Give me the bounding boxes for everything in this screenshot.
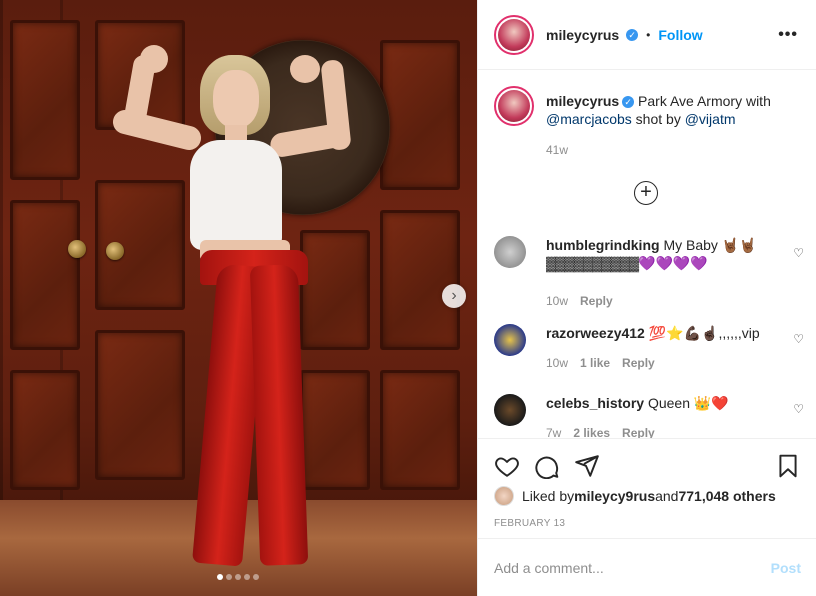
- liked-by-prefix: Liked by: [522, 488, 575, 504]
- bookmark-icon[interactable]: [775, 453, 801, 479]
- comment-text: 💯⭐💪🏿☝🏿,,,,,,vip: [648, 325, 760, 341]
- door-panel: [380, 370, 460, 490]
- verified-badge-icon: ✓: [622, 96, 635, 109]
- like-comment-heart-icon[interactable]: ♡: [793, 332, 804, 346]
- comment-age[interactable]: 10w: [546, 356, 568, 370]
- carousel-dot: [235, 574, 241, 580]
- author-username[interactable]: mileycyrus: [546, 27, 619, 43]
- caption: mileycyrus ✓ Park Ave Armory with @marcja…: [494, 86, 804, 128]
- caption-username[interactable]: mileycyrus: [546, 93, 619, 109]
- commenter-avatar[interactable]: [494, 236, 526, 268]
- liked-by-user[interactable]: mileycy9rus: [574, 488, 655, 504]
- door-panel: [95, 330, 185, 480]
- liker-avatar[interactable]: [494, 486, 514, 506]
- comment-username[interactable]: celebs_history: [546, 395, 644, 411]
- commenter-avatar[interactable]: [494, 394, 526, 426]
- door-knob: [106, 242, 124, 260]
- comment-input[interactable]: Add a comment...: [494, 560, 771, 576]
- door-panel: [380, 40, 460, 190]
- comment-text: My Baby 🤘🏾🤘🏾: [663, 237, 757, 253]
- door-panel: [10, 200, 80, 350]
- reply-button[interactable]: Reply: [580, 294, 613, 308]
- comment-age[interactable]: 10w: [546, 294, 568, 308]
- post-date[interactable]: FEBRUARY 13: [494, 518, 565, 529]
- author-avatar[interactable]: [494, 14, 534, 55]
- caption-mention[interactable]: @vijatm: [685, 111, 736, 127]
- door-panel: [300, 370, 370, 490]
- follow-button[interactable]: Follow: [658, 27, 702, 43]
- carousel-dot: [244, 574, 250, 580]
- caption-avatar[interactable]: [494, 86, 534, 126]
- post-comment-button[interactable]: Post: [771, 560, 801, 576]
- comments-list[interactable]: humblegrindking My Baby 🤘🏾🤘🏾 ▓▓▓▓▓▓▓▓▓▓💜…: [478, 228, 816, 438]
- like-comment-heart-icon[interactable]: ♡: [793, 402, 804, 416]
- comment-icon[interactable]: [534, 453, 560, 479]
- liked-by-and: and: [655, 488, 679, 504]
- carousel-dot: [226, 574, 232, 580]
- post-header: mileycyrus ✓ • Follow •••: [478, 0, 816, 70]
- caption-text-part: Park Ave Armory with: [634, 93, 771, 109]
- left-fist: [140, 45, 168, 73]
- door-panel: [380, 210, 460, 350]
- heart-icon[interactable]: [494, 453, 520, 479]
- post-side-panel: mileycyrus ✓ • Follow ••• mileycyrus ✓ Pa…: [477, 0, 816, 596]
- next-photo-button[interactable]: ›: [442, 284, 466, 308]
- comment-username[interactable]: razorweezy412: [546, 325, 645, 341]
- comment-likes[interactable]: 1 like: [580, 356, 610, 370]
- like-comment-heart-icon[interactable]: ♡: [793, 246, 804, 260]
- comment-age[interactable]: 7w: [546, 426, 561, 438]
- verified-badge-icon: ✓: [626, 28, 639, 41]
- door-panel: [300, 230, 370, 350]
- share-icon[interactable]: [574, 453, 600, 479]
- caption-mention[interactable]: @marcjacobs: [546, 111, 632, 127]
- white-tank-top: [190, 140, 282, 250]
- carousel-dot: [253, 574, 259, 580]
- carousel-dot: [217, 574, 223, 580]
- post-actions: Liked by mileycy9rus and 771,048 others …: [478, 438, 816, 538]
- caption-text: mileycyrus ✓ Park Ave Armory with @marcja…: [546, 92, 771, 128]
- more-options-icon[interactable]: •••: [778, 26, 798, 44]
- door-knob: [68, 240, 86, 258]
- comment-text: ▓▓▓▓▓▓▓▓▓▓: [546, 255, 639, 271]
- caption-text-part: shot by: [631, 111, 685, 127]
- door-panel: [10, 20, 80, 180]
- separator-dot: •: [646, 27, 651, 42]
- carousel-dots: [217, 574, 259, 580]
- comment-text: Queen 👑❤️: [647, 395, 729, 411]
- comment-username[interactable]: humblegrindking: [546, 237, 660, 253]
- comment-likes[interactable]: 2 likes: [573, 426, 610, 438]
- plus-circle-icon[interactable]: +: [634, 181, 658, 205]
- reply-button[interactable]: Reply: [622, 426, 655, 438]
- post-photo[interactable]: ›: [0, 0, 477, 596]
- likes-summary: Liked by mileycy9rus and 771,048 others: [494, 486, 776, 506]
- reply-button[interactable]: Reply: [622, 356, 655, 370]
- caption-age[interactable]: 41w: [546, 143, 568, 157]
- comment-composer: Add a comment... Post: [478, 538, 816, 596]
- likes-count[interactable]: 771,048 others: [678, 488, 775, 504]
- door-panel: [10, 370, 80, 490]
- face: [213, 70, 259, 128]
- comment-text: 💜💜💜💜: [638, 255, 708, 271]
- right-fist: [290, 55, 320, 83]
- commenter-avatar[interactable]: [494, 324, 526, 356]
